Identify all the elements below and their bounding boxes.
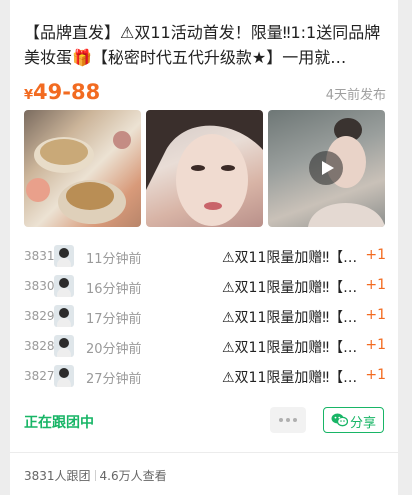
join-time: 16分钟前 [86, 282, 142, 297]
image-gallery [24, 110, 386, 227]
model-photo[interactable] [146, 110, 263, 227]
join-rank: 3831 [24, 249, 55, 263]
avatar [54, 365, 74, 387]
join-time: 11分钟前 [86, 252, 142, 267]
join-rank: 3830 [24, 279, 55, 293]
join-quantity: +1 [365, 367, 386, 383]
join-row: 3831 11分钟前 ⚠双11限量加赠‼【… +1 [24, 243, 386, 273]
footer-stats: 3831人跟团 4.6万人查看 [24, 467, 167, 484]
play-icon[interactable] [309, 151, 343, 185]
stats-separator [94, 470, 96, 481]
join-row: 3829 17分钟前 ⚠双11限量加赠‼【… +1 [24, 303, 386, 333]
share-button[interactable]: 分享 [323, 407, 384, 433]
posted-time: 4天前发布 [325, 88, 386, 103]
join-time: 27分钟前 [86, 372, 142, 387]
ellipsis-icon [293, 418, 297, 422]
more-button[interactable] [270, 407, 306, 433]
join-item-text: ⚠双11限量加赠‼【… [222, 250, 358, 266]
join-item-text: ⚠双11限量加赠‼【… [222, 370, 358, 386]
join-status: 正在跟团中 [24, 415, 94, 431]
join-row: 3828 20分钟前 ⚠双11限量加赠‼【… +1 [24, 333, 386, 363]
price: ¥49-88 [24, 80, 100, 104]
divider [10, 452, 398, 453]
price-range: 49-88 [33, 80, 101, 104]
join-list: 3831 11分钟前 ⚠双11限量加赠‼【… +1 3830 16分钟前 ⚠双1… [24, 243, 386, 393]
join-rank: 3828 [24, 339, 55, 353]
join-rank: 3829 [24, 309, 55, 323]
avatar [54, 275, 74, 297]
join-quantity: +1 [365, 277, 386, 293]
post-title[interactable]: 【品牌直发】⚠双11活动首发！限量‼1:1送同品牌美妆蛋🎁【秘密时代五代升级款★… [24, 20, 386, 70]
join-quantity: +1 [365, 307, 386, 323]
join-time: 17分钟前 [86, 312, 142, 327]
ellipsis-icon [286, 418, 290, 422]
ellipsis-icon [279, 418, 283, 422]
join-item-text: ⚠双11限量加赠‼【… [222, 310, 358, 326]
join-rank: 3827 [24, 369, 55, 383]
joined-count: 3831人跟团 [24, 469, 91, 483]
avatar [54, 335, 74, 357]
share-label: 分享 [350, 416, 377, 431]
avatar [54, 305, 74, 327]
join-quantity: +1 [365, 247, 386, 263]
join-time: 20分钟前 [86, 342, 142, 357]
view-count: 4.6万人查看 [99, 469, 167, 483]
wechat-icon [331, 413, 348, 427]
join-item-text: ⚠双11限量加赠‼【… [222, 340, 358, 356]
group-buy-card[interactable]: 【品牌直发】⚠双11活动首发！限量‼1:1送同品牌美妆蛋🎁【秘密时代五代升级款★… [10, 0, 398, 495]
price-row: ¥49-88 4天前发布 [24, 80, 386, 104]
join-row: 3830 16分钟前 ⚠双11限量加赠‼【… +1 [24, 273, 386, 303]
join-item-text: ⚠双11限量加赠‼【… [222, 280, 358, 296]
video-thumbnail[interactable] [268, 110, 385, 227]
join-quantity: +1 [365, 337, 386, 353]
product-image[interactable] [24, 110, 141, 227]
join-row: 3827 27分钟前 ⚠双11限量加赠‼【… +1 [24, 363, 386, 393]
currency-symbol: ¥ [24, 88, 34, 103]
avatar [54, 245, 74, 267]
